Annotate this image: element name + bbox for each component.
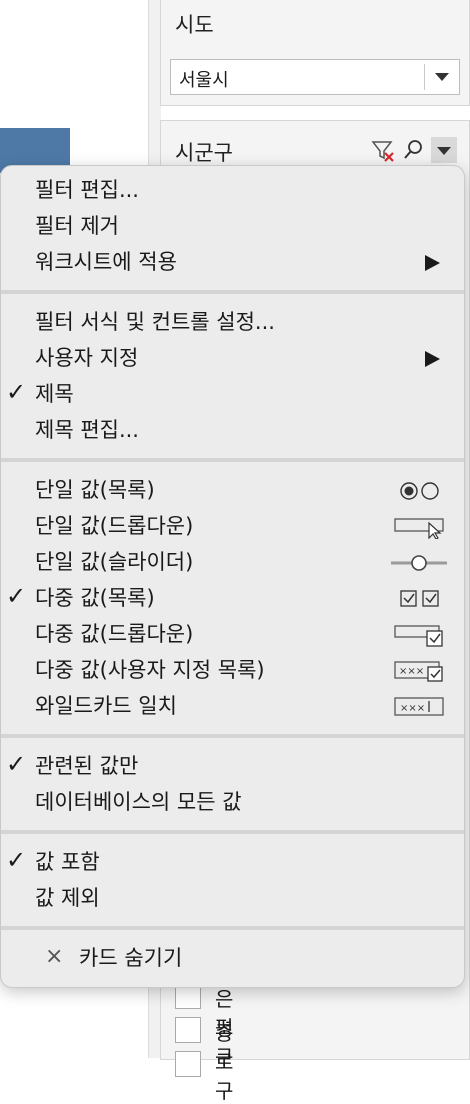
check-icon: ✓ [6, 378, 27, 406]
chevron-down-icon [437, 147, 451, 155]
dropdown-divider [424, 64, 425, 90]
menu-separator [1, 458, 464, 462]
menu-item-single-value-list[interactable]: 단일 값(목록) [35, 474, 155, 504]
check-icon: ✓ [6, 750, 27, 778]
menu-item-format-filters[interactable]: 필터 서식 및 컨트롤 설정... [35, 306, 275, 336]
chevron-down-icon[interactable] [435, 73, 449, 81]
submenu-arrow-icon [425, 255, 440, 271]
menu-item-multi-value-dropdown[interactable]: 다중 값(드롭다운) [35, 618, 193, 648]
filter-context-menu: 필터 편집... 필터 제거 워크시트에 적용 필터 서식 및 컨트롤 설정..… [0, 165, 465, 988]
checkbox-list-icon [400, 590, 439, 607]
menu-item-remove-filter[interactable]: 필터 제거 [35, 210, 119, 240]
slider-icon [391, 555, 447, 571]
menu-item-show-title[interactable]: 제목 [35, 378, 74, 408]
check-icon: ✓ [6, 846, 27, 874]
filter-card-header-icons [371, 137, 457, 165]
menu-item-include-values[interactable]: 값 포함 [35, 846, 100, 876]
submenu-arrow-icon [425, 351, 440, 367]
menu-item-apply-to-worksheets[interactable]: 워크시트에 적용 [35, 246, 177, 276]
menu-separator [1, 926, 464, 930]
menu-separator [1, 734, 464, 738]
svg-text:×××: ××× [400, 703, 425, 714]
multi-dropdown-icon [394, 625, 443, 647]
custom-list-icon: ××× [394, 661, 443, 682]
dropdown-cursor-icon [394, 518, 444, 539]
checkbox[interactable] [175, 1051, 201, 1077]
radio-list-icon [400, 482, 439, 500]
menu-item-multi-value-list[interactable]: 다중 값(목록) [35, 582, 155, 612]
svg-text:×××: ××× [399, 666, 424, 677]
menu-item-wildcard-match[interactable]: 와일드카드 일치 [35, 690, 177, 720]
menu-item-edit-filter[interactable]: 필터 편집... [35, 174, 139, 204]
wildcard-icon: ××× [394, 697, 444, 716]
filter-card-title: 시도 [175, 13, 214, 37]
menu-separator [1, 830, 464, 834]
checkbox[interactable] [175, 1017, 201, 1043]
dropdown-value: 서울시 [179, 70, 229, 91]
menu-item-multi-value-custom-list[interactable]: 다중 값(사용자 지정 목록) [35, 654, 265, 684]
filter-card-sido: 시도 서울시 [160, 0, 470, 106]
close-icon: × [45, 944, 64, 969]
menu-item-exclude-values[interactable]: 값 제외 [35, 882, 100, 912]
menu-item-single-value-slider[interactable]: 단일 값(슬라이더) [35, 546, 193, 576]
menu-item-all-values-in-database[interactable]: 데이터베이스의 모든 값 [35, 786, 242, 816]
menu-item-only-relevant-values[interactable]: 관련된 값만 [35, 750, 138, 780]
menu-separator [1, 290, 464, 294]
clear-filter-icon[interactable] [371, 139, 397, 163]
check-icon: ✓ [6, 582, 27, 610]
menu-item-single-value-dropdown[interactable]: 단일 값(드롭다운) [35, 510, 193, 540]
filter-card-title: 시군구 [175, 141, 233, 165]
menu-item-hide-card[interactable]: 카드 숨기기 [79, 942, 182, 972]
list-item-label: 종로구 [215, 1021, 234, 1103]
filter-card-menu-button[interactable] [431, 137, 457, 163]
menu-item-customize[interactable]: 사용자 지정 [35, 342, 138, 372]
sido-dropdown[interactable]: 서울시 [170, 59, 460, 95]
search-icon[interactable] [403, 139, 425, 161]
menu-item-edit-title[interactable]: 제목 편집... [35, 414, 139, 444]
